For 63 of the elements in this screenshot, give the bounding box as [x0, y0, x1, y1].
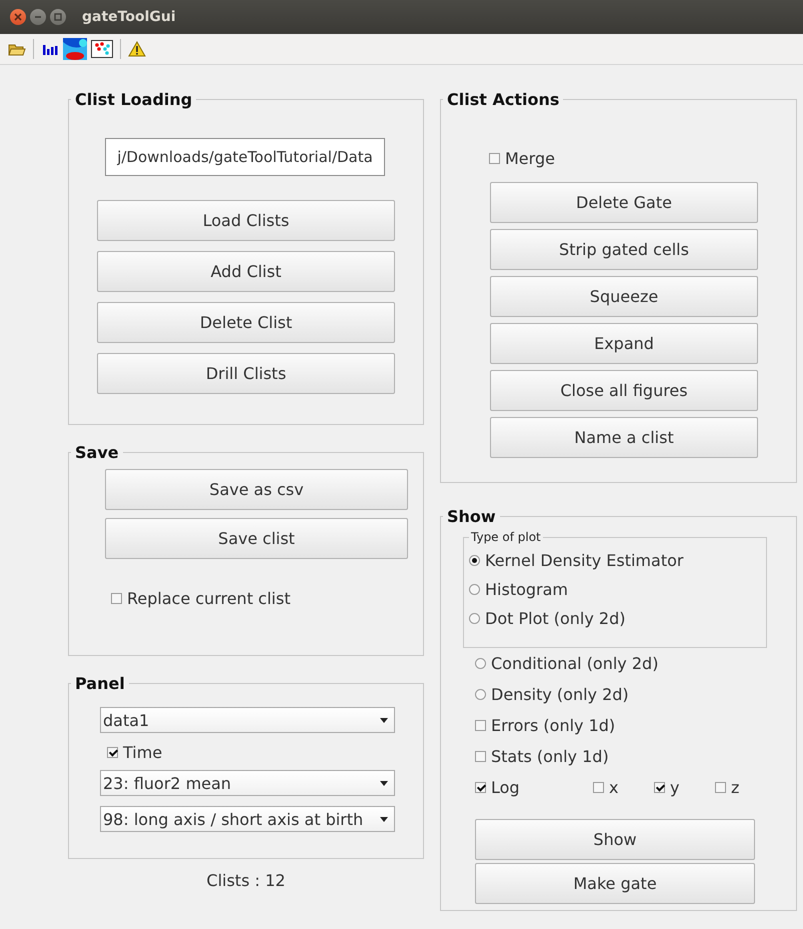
radio-button[interactable]: [475, 689, 486, 700]
checkbox-label: z: [731, 778, 740, 797]
panel-button[interactable]: Strip gated cells: [490, 229, 758, 270]
warning-icon[interactable]: [128, 41, 146, 57]
path-field[interactable]: j/Downloads/gateToolTutorial/Data: [105, 138, 385, 176]
checkbox[interactable]: [654, 782, 665, 793]
group-title: Type of plot: [470, 530, 542, 544]
panel-button[interactable]: Delete Clist: [97, 302, 395, 343]
minimize-icon[interactable]: [30, 9, 46, 25]
caret-icon: [380, 780, 388, 786]
checkbox-label: x: [609, 778, 618, 797]
checkbox-label: Log: [491, 778, 520, 797]
radio-button[interactable]: [469, 555, 480, 566]
checkbox[interactable]: [489, 153, 500, 164]
radio-label: Conditional (only 2d): [491, 654, 658, 673]
panel-button[interactable]: Load Clists: [97, 200, 395, 241]
checkbox-label: Replace current clist: [127, 589, 290, 608]
caret-icon: [380, 718, 388, 722]
caret-icon: [380, 816, 388, 822]
scatter-plot-icon[interactable]: [91, 40, 113, 58]
checkbox-label: Stats (only 1d): [491, 747, 609, 766]
checkbox[interactable]: [593, 782, 604, 793]
clist-count: Clists : 12: [206, 871, 286, 890]
heatmap-icon[interactable]: [63, 38, 87, 60]
panel-button[interactable]: Delete Gate: [490, 182, 758, 223]
panel-title: Clist Loading: [74, 90, 194, 109]
close-icon[interactable]: [10, 9, 26, 25]
checkbox[interactable]: [715, 782, 726, 793]
radio-button[interactable]: [469, 613, 480, 624]
dropdown[interactable]: 98: long axis / short axis at birth: [100, 806, 395, 832]
panel-button[interactable]: Make gate: [475, 863, 755, 904]
checkbox[interactable]: [111, 593, 122, 604]
radio-label: Dot Plot (only 2d): [485, 609, 626, 628]
panel-button[interactable]: Drill Clists: [97, 353, 395, 394]
radio-button[interactable]: [469, 584, 480, 595]
radio-label: Histogram: [485, 580, 568, 599]
checkbox[interactable]: [475, 720, 486, 731]
panel-title: Clist Actions: [446, 90, 560, 109]
window-title: gateToolGui: [82, 9, 176, 25]
panel-button[interactable]: Add Clist: [97, 251, 395, 292]
panel-button[interactable]: Show: [475, 819, 755, 860]
panel-button[interactable]: Expand: [490, 323, 758, 364]
radio-label: Density (only 2d): [491, 685, 629, 704]
radio-button[interactable]: [475, 658, 486, 669]
checkbox-label: Time: [123, 743, 162, 762]
checkbox[interactable]: [475, 751, 486, 762]
checkbox[interactable]: [107, 747, 118, 758]
panel-title: Panel: [74, 674, 126, 693]
dropdown[interactable]: 23: fluor2 mean: [100, 770, 395, 796]
dropdown[interactable]: data1: [100, 707, 395, 733]
panel-button[interactable]: Save as csv: [105, 469, 408, 510]
panel-title: Save: [74, 443, 120, 462]
panel-button[interactable]: Squeeze: [490, 276, 758, 317]
panel-title: Show: [446, 507, 497, 526]
panel-button[interactable]: Close all figures: [490, 370, 758, 411]
checkbox-label: Errors (only 1d): [491, 716, 616, 735]
checkbox-label: Merge: [505, 149, 555, 168]
panel-button[interactable]: Name a clist: [490, 417, 758, 458]
checkbox[interactable]: [475, 782, 486, 793]
panel-button[interactable]: Save clist: [105, 518, 408, 559]
maximize-icon[interactable]: [50, 9, 66, 25]
checkbox-label: y: [670, 778, 680, 797]
radio-label: Kernel Density Estimator: [485, 551, 684, 570]
